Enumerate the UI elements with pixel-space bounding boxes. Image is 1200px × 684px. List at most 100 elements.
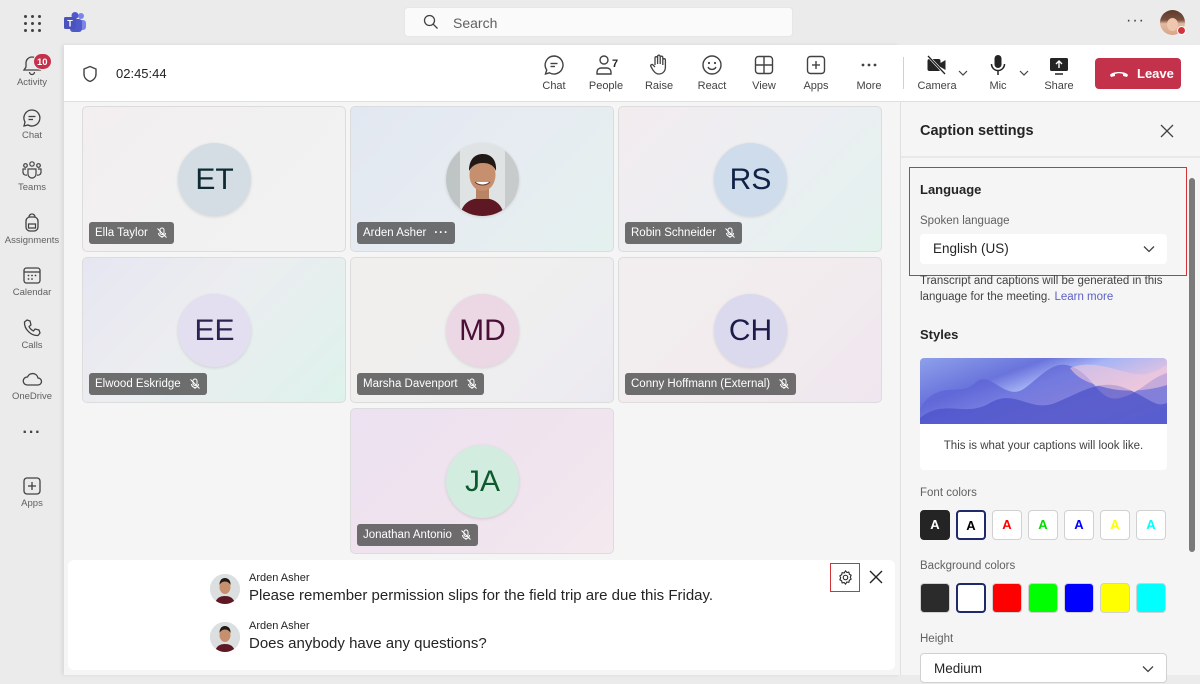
rail-item-onedrive[interactable]: OneDrive: [0, 363, 64, 413]
app-rail: 10 Activity Chat Teams Assignments Calen…: [0, 45, 64, 675]
rail-item-assignments[interactable]: Assignments: [0, 207, 64, 257]
font-color-swatch[interactable]: A: [1100, 510, 1130, 540]
rail-item-apps[interactable]: Apps: [0, 470, 64, 520]
share-button[interactable]: Share: [1035, 53, 1083, 97]
avatar: RS: [714, 143, 787, 216]
font-color-swatch[interactable]: A: [956, 510, 986, 540]
spoken-language-label: Spoken language: [920, 215, 1010, 227]
spoken-language-value: English (US): [933, 241, 1009, 256]
font-color-swatch[interactable]: A: [1028, 510, 1058, 540]
font-color-swatch[interactable]: A: [992, 510, 1022, 540]
rail-item-activity[interactable]: 10 Activity: [0, 49, 64, 99]
camera-button[interactable]: Camera: [913, 53, 961, 97]
participant-tile[interactable]: RS Robin Schneider: [618, 106, 882, 252]
font-color-swatch[interactable]: A: [920, 510, 950, 540]
react-button[interactable]: React: [688, 53, 736, 97]
background-color-swatch[interactable]: [1100, 583, 1130, 613]
mic-button[interactable]: Mic: [974, 53, 1022, 97]
rail-label: Teams: [18, 182, 46, 193]
leave-label: Leave: [1137, 66, 1174, 81]
more-actions-button[interactable]: More: [845, 53, 893, 97]
participant-name: Arden Asher: [363, 227, 427, 239]
learn-more-link[interactable]: Learn more: [1054, 291, 1113, 303]
participant-name-tag: Arden Asher ···: [357, 222, 455, 244]
chevron-down-icon: [1143, 246, 1155, 253]
height-value: Medium: [934, 661, 983, 676]
grid-view-icon: [754, 55, 774, 75]
more-icon: ···: [22, 424, 42, 441]
leave-button[interactable]: Leave: [1095, 58, 1181, 89]
help-text: Transcript and captions will be generate…: [920, 275, 1163, 303]
meeting-timer: 02:45:44: [116, 66, 167, 81]
background-color-swatch[interactable]: [1064, 583, 1094, 613]
participant-tile[interactable]: MD Marsha Davenport: [350, 257, 614, 403]
close-panel-icon[interactable]: [1160, 124, 1174, 138]
add-app-icon: [23, 477, 41, 495]
shield-icon[interactable]: [82, 65, 98, 83]
raise-hand-button[interactable]: Raise: [635, 53, 683, 97]
participant-tile[interactable]: JA Jonathan Antonio: [350, 408, 614, 554]
participant-name-tag: Marsha Davenport: [357, 373, 484, 395]
teams-logo-icon: T: [64, 12, 86, 32]
apps-button[interactable]: Apps: [792, 53, 840, 97]
view-label: View: [752, 80, 776, 92]
rail-item-calls[interactable]: Calls: [0, 312, 64, 362]
font-color-swatches: AAAAAAA: [920, 510, 1166, 540]
background-colors-label: Background colors: [920, 560, 1016, 572]
rail-more-apps-button[interactable]: ···: [0, 423, 64, 453]
rail-label: Activity: [16, 77, 48, 88]
spoken-language-dropdown[interactable]: English (US): [920, 234, 1167, 264]
participant-name: Marsha Davenport: [363, 378, 458, 390]
search-input[interactable]: Search: [404, 7, 793, 37]
caption-text: Does anybody have any questions?: [249, 635, 487, 652]
add-app-icon: [806, 55, 826, 75]
height-label: Height: [920, 633, 954, 645]
participant-count: 7: [612, 58, 619, 70]
more-label: More: [856, 80, 882, 92]
chat-button[interactable]: Chat: [530, 53, 578, 97]
participant-name-tag: Ella Taylor: [89, 222, 174, 244]
participant-name-tag: Conny Hoffmann (External): [625, 373, 797, 395]
participant-tile[interactable]: CH Conny Hoffmann (External): [618, 257, 882, 403]
participant-name: Elwood Eskridge: [95, 378, 181, 390]
app-launcher-icon[interactable]: [22, 13, 42, 33]
chat-icon: [544, 55, 564, 76]
view-button[interactable]: View: [740, 53, 788, 97]
font-color-swatch[interactable]: A: [1064, 510, 1094, 540]
rail-label: Calendar: [12, 287, 52, 298]
presence-busy-icon: [1177, 26, 1186, 35]
height-dropdown[interactable]: Medium: [920, 653, 1167, 683]
participant-tile[interactable]: EE Elwood Eskridge: [82, 257, 346, 403]
camera-options-chevron-icon[interactable]: [958, 69, 968, 77]
people-button[interactable]: 7 People: [582, 53, 630, 97]
participant-name: Jonathan Antonio: [363, 529, 452, 541]
mic-off-icon: [779, 378, 789, 389]
rail-label: Assignments: [4, 235, 60, 246]
close-captions-icon[interactable]: [868, 569, 884, 585]
rail-item-chat[interactable]: Chat: [0, 102, 64, 152]
caption-settings-button[interactable]: [830, 563, 860, 592]
participant-name: Ella Taylor: [95, 227, 148, 239]
background-color-swatch[interactable]: [956, 583, 986, 613]
participant-name-tag: Elwood Eskridge: [89, 373, 207, 395]
participant-tile[interactable]: ET Ella Taylor: [82, 106, 346, 252]
more-icon: [861, 63, 877, 67]
camera-label: Camera: [917, 80, 957, 92]
mic-options-chevron-icon[interactable]: [1019, 69, 1029, 77]
panel-scrollbar[interactable]: [1189, 178, 1195, 552]
font-color-swatch[interactable]: A: [1136, 510, 1166, 540]
background-color-swatch[interactable]: [920, 583, 950, 613]
preview-background-image: [920, 358, 1167, 424]
background-color-swatch[interactable]: [1136, 583, 1166, 613]
participant-more-options-button[interactable]: ···: [434, 222, 449, 244]
rail-item-teams[interactable]: Teams: [0, 154, 64, 204]
rail-item-calendar[interactable]: Calendar: [0, 259, 64, 309]
speaker-avatar: [210, 622, 240, 652]
react-label: React: [697, 80, 727, 92]
background-color-swatch[interactable]: [1028, 583, 1058, 613]
settings-more-button[interactable]: ···: [1126, 12, 1145, 30]
participant-tile[interactable]: Arden Asher ···: [350, 106, 614, 252]
background-color-swatch[interactable]: [992, 583, 1022, 613]
avatar: JA: [446, 445, 519, 518]
teams-icon: [22, 161, 42, 179]
